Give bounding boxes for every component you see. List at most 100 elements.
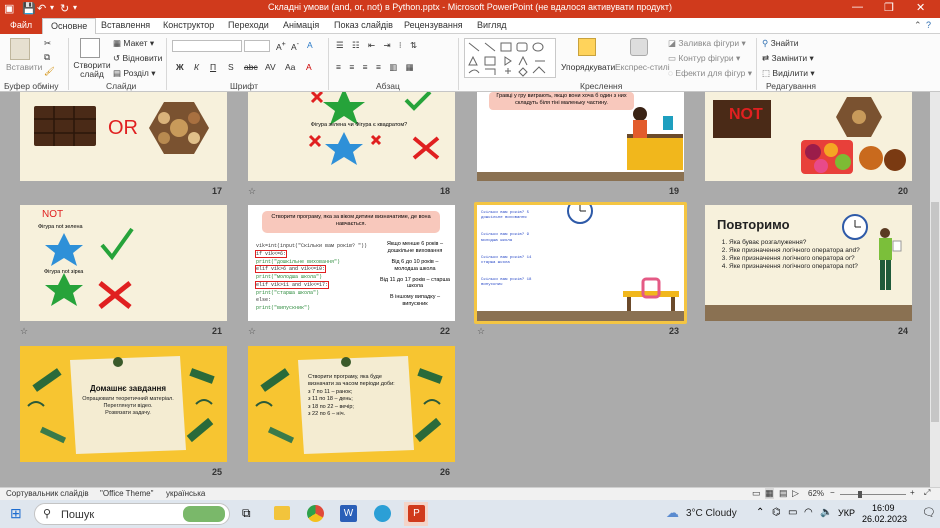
vertical-scrollbar[interactable]	[930, 92, 940, 487]
strikethrough-icon[interactable]: abc	[244, 62, 258, 72]
slide-thumbnail-24[interactable]: Повторимо Яка буває розгалуження? Яке пр…	[705, 205, 912, 321]
shapes-gallery[interactable]	[464, 38, 556, 78]
slide-thumbnail-18[interactable]: Фігура зелена чи Фігура є квадратом?	[248, 92, 455, 181]
spacing-icon[interactable]: AV	[265, 62, 276, 72]
language-indicator[interactable]: УКР	[838, 508, 855, 518]
minimize-ribbon-icon[interactable]: ⌃	[914, 20, 922, 31]
undo-icon[interactable]: ↶	[37, 2, 46, 15]
tab-transitions[interactable]: Переходи	[228, 20, 269, 30]
clock-date[interactable]: 26.02.2023	[862, 514, 907, 524]
edge-icon[interactable]	[374, 505, 391, 522]
fit-to-window-icon[interactable]: ⤢	[924, 488, 930, 498]
layout-button[interactable]: ▦ Макет ▾	[113, 38, 154, 49]
slide-thumbnail-17[interactable]: OR	[20, 92, 227, 181]
help-icon[interactable]: ?	[926, 20, 931, 30]
reset-button[interactable]: ↺ Відновити	[113, 53, 162, 64]
sorter-view-icon[interactable]: ▦	[765, 488, 774, 499]
transition-star-icon[interactable]: ☆	[20, 326, 28, 337]
format-painter-icon[interactable]: 🖌	[44, 66, 55, 77]
bullets-icon[interactable]: ☰ ☷ ⇤ ⇥ ⁝ ⇅	[336, 40, 420, 51]
zoom-in-icon[interactable]: +	[910, 488, 915, 497]
close-icon[interactable]: ✕	[916, 1, 925, 14]
change-case-icon[interactable]: Aa	[285, 62, 295, 72]
restore-icon[interactable]: ❐	[884, 1, 894, 14]
zoom-out-icon[interactable]: −	[830, 488, 835, 497]
code-line: else:	[256, 297, 272, 304]
paste-icon[interactable]	[10, 38, 30, 60]
word-icon[interactable]: W	[340, 505, 357, 522]
font-size-input[interactable]	[244, 40, 270, 52]
shape-effects-button[interactable]: ◌ Ефекти для фігур ▾	[668, 68, 752, 79]
task-view-icon[interactable]: ⧉	[242, 506, 251, 521]
find-button[interactable]: ⚲ Знайти	[762, 38, 799, 49]
tab-review[interactable]: Рецензування	[404, 20, 463, 30]
bold-icon[interactable]: Ж	[176, 62, 184, 72]
transition-star-icon[interactable]: ☆	[248, 186, 256, 197]
new-slide-icon[interactable]	[80, 38, 100, 58]
tab-design[interactable]: Конструктор	[163, 20, 214, 30]
replace-button[interactable]: ⇄ Замінити ▾	[762, 53, 814, 64]
arrange-icon[interactable]	[578, 38, 596, 56]
tab-file[interactable]: Файл	[0, 18, 43, 34]
zoom-slider-thumb[interactable]	[858, 491, 862, 498]
save-icon[interactable]: 💾	[22, 2, 36, 15]
file-explorer-icon[interactable]	[274, 506, 290, 520]
taskbar-search[interactable]: ⚲ Пошук	[34, 503, 230, 525]
customize-qat-icon[interactable]: ▾	[73, 3, 77, 12]
weather-text[interactable]: 3°C Cloudy	[686, 508, 737, 519]
align-icon[interactable]: ≡ ≡ ≡ ≡ ▥ ▦	[336, 62, 417, 73]
new-slide-button[interactable]: Створити слайд	[73, 60, 111, 80]
normal-view-icon[interactable]: ▭	[752, 488, 761, 499]
zoom-slider[interactable]	[840, 494, 906, 495]
windows-start-icon[interactable]: ⊞	[10, 505, 22, 522]
clear-format-icon[interactable]: A	[307, 40, 313, 50]
tab-animations[interactable]: Анімація	[283, 20, 319, 30]
slide-thumbnail-22[interactable]: Створити програму, яка за віком дитини в…	[248, 205, 455, 321]
tab-home[interactable]: Основне	[42, 18, 97, 35]
volume-icon[interactable]: 🔈	[820, 507, 832, 518]
redo-icon[interactable]: ↻	[60, 2, 69, 15]
quick-styles-icon[interactable]	[630, 38, 648, 56]
powerpoint-taskbar-button[interactable]: P	[404, 502, 428, 526]
tray-arrow-icon[interactable]: ⌃	[756, 507, 764, 518]
slide-thumbnail-23[interactable]: Скільки вам років? 5 дошкільне виховання…	[477, 205, 684, 321]
reading-view-icon[interactable]: ▤	[779, 488, 788, 499]
transition-star-icon[interactable]: ☆	[477, 326, 485, 337]
undo-dropdown-icon[interactable]: ▾	[50, 3, 54, 12]
minimize-icon[interactable]: —	[852, 1, 863, 13]
notifications-icon[interactable]: 🗨	[922, 506, 936, 519]
shadow-icon[interactable]: S	[228, 62, 234, 72]
shape-fill-button[interactable]: ◪ Заливка фігури ▾	[668, 38, 746, 49]
slide-thumbnail-20[interactable]: NOT	[705, 92, 912, 181]
shape-outline-button[interactable]: ▭ Контур фігури ▾	[668, 53, 740, 64]
copy-icon[interactable]: ⧉	[44, 52, 50, 63]
tab-view[interactable]: Вигляд	[477, 20, 507, 30]
italic-icon[interactable]: К	[194, 62, 199, 72]
cut-icon[interactable]: ✂	[44, 38, 51, 49]
scrollbar-thumb[interactable]	[931, 202, 939, 422]
tab-slideshow[interactable]: Показ слайдів	[334, 20, 393, 30]
underline-icon[interactable]: П	[210, 62, 216, 72]
slide-thumbnail-26[interactable]: Створити програму, яка буде визначати за…	[248, 346, 455, 462]
transition-star-icon[interactable]: ☆	[248, 326, 256, 337]
chrome-icon[interactable]	[307, 505, 324, 522]
quick-styles-button[interactable]: Експрес-стилі	[615, 62, 670, 72]
clock-time[interactable]: 16:09	[872, 503, 895, 513]
network-icon[interactable]: ⌬	[772, 507, 781, 518]
select-button[interactable]: ⬚ Виділити ▾	[762, 68, 815, 79]
slide-thumbnail-21[interactable]: NOT Фігура not зелена Фігура not зірка	[20, 205, 227, 321]
battery-icon[interactable]: ▭	[788, 507, 797, 518]
grow-font-icon[interactable]: A+	[276, 40, 286, 52]
font-color-icon[interactable]: A	[306, 62, 312, 72]
slide-thumbnail-19[interactable]: Гравці у гру виграють, якщо вони хоча б …	[477, 92, 684, 181]
arrange-button[interactable]: Упорядкувати	[561, 62, 615, 72]
tab-insert[interactable]: Вставлення	[101, 20, 150, 30]
shrink-font-icon[interactable]: A-	[291, 40, 299, 52]
wifi-icon[interactable]: ◠	[804, 507, 813, 518]
slide-thumbnail-25[interactable]: Домашнє завдання Опрацювати теоретичний …	[20, 346, 227, 462]
zoom-level[interactable]: 62%	[808, 489, 824, 498]
slideshow-view-icon[interactable]: ▷	[792, 488, 799, 499]
paste-button[interactable]: Вставити	[6, 62, 42, 72]
section-button[interactable]: ▤ Розділ ▾	[113, 68, 156, 79]
font-name-input[interactable]	[172, 40, 242, 52]
